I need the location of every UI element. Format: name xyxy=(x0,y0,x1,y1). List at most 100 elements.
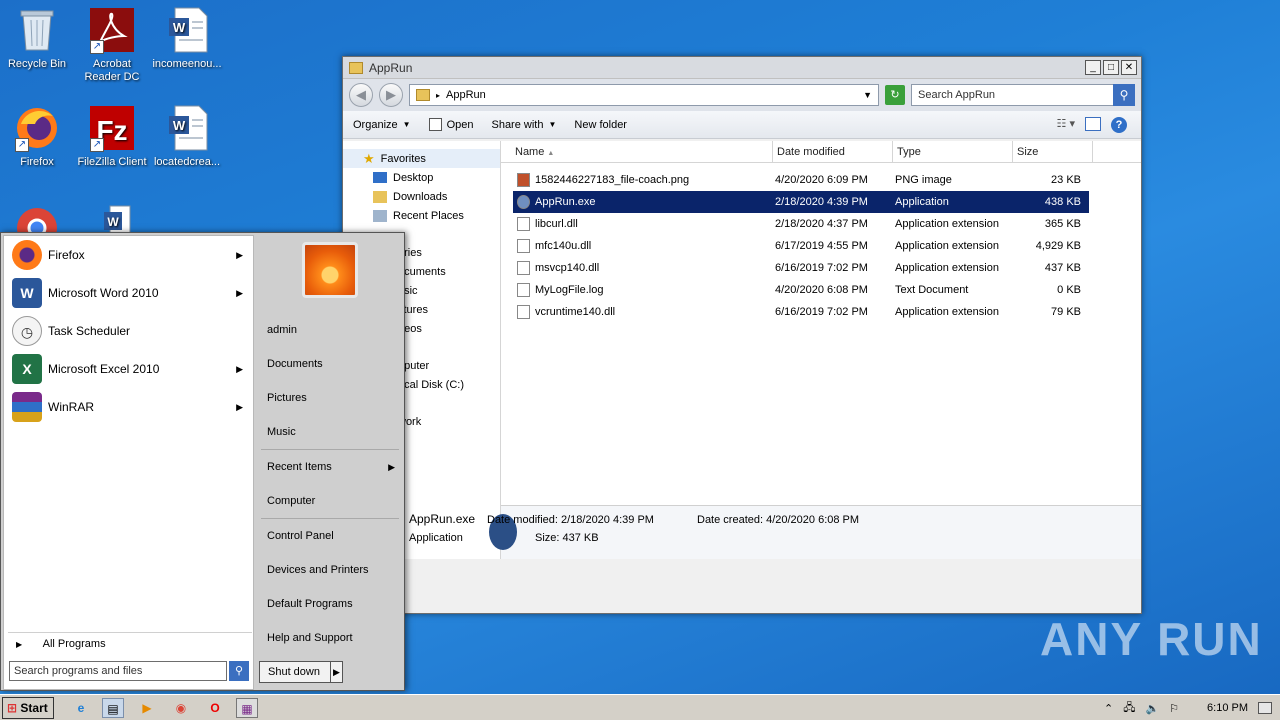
help-icon[interactable]: ? xyxy=(1111,117,1127,133)
shutdown-options-arrow-icon[interactable]: ▶ xyxy=(330,662,342,682)
file-row[interactable]: libcurl.dll 2/18/2020 4:37 PM Application … xyxy=(513,213,1089,235)
program-winrar[interactable]: WinRAR ▶ xyxy=(4,388,253,426)
file-list-pane[interactable]: Name ▲ Date modified Type Size 158244622… xyxy=(409,141,1141,559)
start-item-pictures[interactable]: Pictures xyxy=(257,381,403,415)
start-button[interactable]: ⊞ Start xyxy=(2,697,54,719)
explorer-window[interactable]: AppRun _ □ ✕ ◀ ▶ ▸ AppRun ▼ ↻ Search App… xyxy=(342,56,1142,614)
breadcrumb[interactable]: AppRun xyxy=(446,89,486,101)
desktop-icon-word-doc-2[interactable]: W locatedcrea... xyxy=(150,104,224,169)
desktop-icon-acrobat[interactable]: ↗ Acrobat Reader DC xyxy=(75,6,149,84)
organize-button[interactable]: Organize ▼ xyxy=(353,119,411,131)
window-titlebar[interactable]: AppRun _ □ ✕ xyxy=(343,57,1141,79)
program-word[interactable]: W Microsoft Word 2010 ▶ xyxy=(4,274,253,312)
program-firefox[interactable]: Firefox ▶ xyxy=(4,236,253,274)
chrome-taskbar-icon[interactable]: ◉ xyxy=(170,698,192,718)
all-programs-button[interactable]: ▶ All Programs xyxy=(8,632,252,654)
start-menu[interactable]: Firefox ▶ W Microsoft Word 2010 ▶ ◷ Task… xyxy=(0,232,405,691)
volume-icon[interactable]: 🔈 xyxy=(1145,702,1159,715)
start-item-admin[interactable]: admin xyxy=(257,313,403,347)
submenu-arrow-icon[interactable]: ▶ xyxy=(236,288,243,299)
clock[interactable]: 6:10 PM xyxy=(1207,702,1248,714)
new-folder-button[interactable]: New folder xyxy=(574,119,627,131)
nav-item-label: Recent Places xyxy=(393,209,464,222)
submenu-arrow-icon[interactable]: ▶ xyxy=(236,402,243,413)
address-dropdown-icon[interactable]: ▼ xyxy=(863,90,872,100)
file-row[interactable]: AppRun.exe 2/18/2020 4:39 PM Application 43… xyxy=(513,191,1089,213)
application-icon xyxy=(517,195,530,209)
forward-button[interactable]: ▶ xyxy=(379,83,403,107)
column-size[interactable]: Size xyxy=(1013,141,1093,162)
shutdown-button[interactable]: Shut down ▶ xyxy=(259,661,343,683)
show-desktop-icon[interactable] xyxy=(1258,702,1272,714)
file-size: 79 KB xyxy=(1051,306,1081,318)
search-input[interactable]: Search AppRun ⚲ xyxy=(911,84,1135,106)
action-center-flag-icon[interactable]: ⚐ xyxy=(1169,702,1179,715)
dll-file-icon xyxy=(517,305,530,319)
close-button[interactable]: ✕ xyxy=(1121,60,1137,75)
start-item-devices-printers[interactable]: Devices and Printers xyxy=(257,553,403,587)
preview-pane-icon[interactable] xyxy=(1085,117,1101,131)
file-row[interactable]: vcruntime140.dll 6/16/2019 7:02 PM Applica… xyxy=(513,301,1089,323)
nav-downloads[interactable]: Downloads xyxy=(343,187,500,206)
svg-text:W: W xyxy=(173,118,186,133)
address-bar[interactable]: ▸ AppRun ▼ xyxy=(409,84,879,106)
command-bar: Organize ▼ Open Share with ▼ New folder ☷ … xyxy=(343,111,1141,139)
start-item-computer[interactable]: Computer xyxy=(257,484,403,518)
back-button[interactable]: ◀ xyxy=(349,83,373,107)
column-date-modified[interactable]: Date modified xyxy=(773,141,893,162)
start-item-music[interactable]: Music xyxy=(257,415,403,449)
share-with-button[interactable]: Share with ▼ xyxy=(491,119,556,131)
dll-file-icon xyxy=(517,217,530,231)
file-size: 0 KB xyxy=(1057,284,1081,296)
start-item-recent-items[interactable]: Recent Items ▶ xyxy=(257,450,403,484)
desktop-icon-recycle-bin[interactable]: Recycle Bin xyxy=(0,6,74,71)
start-item-help-support[interactable]: Help and Support xyxy=(257,621,403,655)
file-row[interactable]: mfc140u.dll 6/17/2019 4:55 PM Application … xyxy=(513,235,1089,257)
submenu-arrow-icon[interactable]: ▶ xyxy=(236,364,243,375)
internet-explorer-icon[interactable]: e xyxy=(70,698,92,718)
nav-item-label: Downloads xyxy=(393,190,448,203)
nav-favorites[interactable]: ★ Favorites xyxy=(343,149,500,168)
start-item-default-programs[interactable]: Default Programs xyxy=(257,587,403,621)
breadcrumb-arrow-icon[interactable]: ▸ xyxy=(436,91,440,100)
file-date: 2/18/2020 4:39 PM xyxy=(775,196,868,208)
file-row[interactable]: MyLogFile.log 4/20/2020 6:08 PM Text Docum… xyxy=(513,279,1089,301)
recent-items-label: Recent Items xyxy=(267,461,332,473)
column-type[interactable]: Type xyxy=(893,141,1013,162)
user-avatar[interactable] xyxy=(302,242,358,298)
organize-label: Organize xyxy=(353,118,398,131)
start-item-control-panel[interactable]: Control Panel xyxy=(257,519,403,553)
nav-favorites-label: Favorites xyxy=(380,152,426,165)
file-date: 4/20/2020 6:08 PM xyxy=(775,284,868,296)
start-item-documents[interactable]: Documents xyxy=(257,347,403,381)
submenu-arrow-icon[interactable]: ▶ xyxy=(236,250,243,261)
media-player-icon[interactable]: ▶ xyxy=(136,698,158,718)
desktop-icon-word-doc-1[interactable]: W incomeenou... xyxy=(150,6,224,71)
maximize-button[interactable]: □ xyxy=(1103,60,1119,75)
nav-desktop[interactable]: Desktop xyxy=(343,168,500,187)
nav-recent-places[interactable]: Recent Places xyxy=(343,206,500,225)
firefox-icon: ↗ xyxy=(15,104,59,152)
start-search-input[interactable]: Search programs and files xyxy=(9,661,227,681)
file-row[interactable]: msvcp140.dll 6/16/2019 7:02 PM Application… xyxy=(513,257,1089,279)
start-menu-programs: Firefox ▶ W Microsoft Word 2010 ▶ ◷ Task… xyxy=(3,235,254,690)
winrar-taskbar-icon[interactable]: ▦ xyxy=(236,698,258,718)
desktop-icon-filezilla[interactable]: Fz ↗ FileZilla Client xyxy=(75,104,149,169)
show-hidden-icons-icon[interactable]: ⌃ xyxy=(1104,702,1113,715)
search-icon[interactable]: ⚲ xyxy=(229,661,249,681)
open-button[interactable]: Open xyxy=(428,118,473,131)
desktop-icon-firefox[interactable]: ↗ Firefox xyxy=(0,104,74,169)
program-excel[interactable]: X Microsoft Excel 2010 ▶ xyxy=(4,350,253,388)
network-icon[interactable]: 🖧 xyxy=(1123,699,1135,718)
file-list: 1582446227183_file-coach.png 4/20/2020 6:… xyxy=(501,169,1141,323)
column-name[interactable]: Name ▲ xyxy=(501,141,773,162)
explorer-taskbar-icon[interactable]: ▤ xyxy=(102,698,124,718)
task-scheduler-icon: ◷ xyxy=(12,316,42,346)
view-options-icon[interactable]: ☷ ▾ xyxy=(1057,117,1075,133)
search-icon[interactable]: ⚲ xyxy=(1113,84,1135,106)
opera-icon[interactable]: O xyxy=(204,698,226,718)
program-task-scheduler[interactable]: ◷ Task Scheduler xyxy=(4,312,253,350)
refresh-button[interactable]: ↻ xyxy=(885,85,905,105)
minimize-button[interactable]: _ xyxy=(1085,60,1101,75)
file-row[interactable]: 1582446227183_file-coach.png 4/20/2020 6:… xyxy=(513,169,1089,191)
